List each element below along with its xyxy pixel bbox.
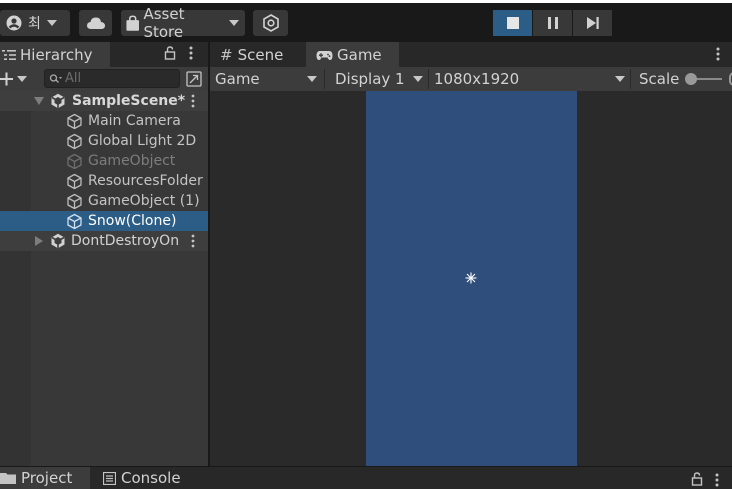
item-label: Global Light 2D	[88, 133, 197, 149]
search-icon	[49, 73, 62, 83]
chevron-down-icon	[413, 76, 423, 82]
hash-icon: #	[220, 45, 233, 64]
cloud-icon	[86, 17, 105, 29]
chevron-down-icon	[46, 20, 57, 26]
hierarchy-item-resources-folder[interactable]: ResourcesFolder	[0, 171, 208, 191]
asset-store-label: Asset Store	[143, 5, 185, 41]
tab-hierarchy-label: Hierarchy	[20, 45, 93, 64]
account-initial: 최	[28, 16, 41, 32]
resolution-dropdown[interactable]: 1080x1920	[434, 67, 627, 91]
item-label: GameObject	[88, 153, 176, 169]
scene-visibility-icon[interactable]	[186, 71, 202, 87]
item-label: Snow(Clone)	[88, 213, 177, 229]
item-label: GameObject (1)	[88, 193, 200, 209]
hierarchy-item-snow-clone[interactable]: Snow(Clone)	[0, 211, 208, 231]
cube-icon	[67, 133, 82, 150]
chevron-down-icon	[615, 76, 625, 82]
pause-icon	[547, 17, 558, 29]
hexagon-icon	[262, 14, 279, 32]
hierarchy-item-gameobject-1[interactable]: GameObject (1)	[0, 191, 208, 211]
hierarchy-item-global-light[interactable]: Global Light 2D	[0, 131, 208, 151]
more-options-icon[interactable]	[190, 234, 196, 248]
expand-arrow-right-icon[interactable]	[35, 236, 43, 246]
hierarchy-search-input[interactable]: All	[44, 69, 180, 88]
account-button[interactable]: 최	[0, 10, 70, 36]
tab-game-label: Game	[337, 45, 382, 64]
more-options-icon[interactable]	[188, 46, 194, 60]
gamepad-icon	[316, 50, 333, 60]
scene-name: SampleScene*	[72, 93, 186, 109]
package-button[interactable]	[253, 10, 288, 36]
game-view-dropdown[interactable]: Game	[215, 67, 320, 91]
folder-icon	[0, 473, 16, 484]
display-dropdown-label: Display 1	[335, 70, 405, 88]
chevron-down-icon	[307, 76, 317, 82]
chevron-down-icon	[229, 20, 239, 26]
cube-icon	[67, 173, 82, 190]
snowflake-icon	[465, 272, 477, 284]
plus-icon	[0, 72, 13, 86]
display-dropdown[interactable]: Display 1	[335, 67, 425, 91]
tab-project-label: Project	[21, 469, 73, 487]
cube-icon	[67, 193, 82, 210]
chevron-down-icon	[17, 76, 27, 82]
tab-hierarchy[interactable]: Hierarchy	[0, 42, 110, 67]
resolution-dropdown-label: 1080x1920	[434, 70, 520, 88]
tab-console[interactable]: Console	[103, 467, 181, 489]
more-options-icon[interactable]	[190, 94, 196, 108]
scale-slider-thumb[interactable]	[685, 73, 697, 85]
play-stop-button[interactable]	[493, 10, 532, 36]
cube-icon	[67, 213, 82, 230]
step-button[interactable]	[573, 10, 612, 36]
hierarchy-item-main-camera[interactable]: Main Camera	[0, 111, 208, 131]
game-tabbar: # Scene Game	[210, 42, 732, 67]
game-view-dropdown-label: Game	[215, 70, 260, 88]
tab-scene-label: Scene	[237, 45, 284, 64]
lock-icon[interactable]	[691, 472, 703, 486]
pause-button[interactable]	[533, 10, 572, 36]
tab-game[interactable]: Game	[306, 42, 399, 67]
scale-slider[interactable]	[684, 71, 732, 87]
list-icon	[2, 49, 16, 60]
main-toolbar: 최 Asset Store	[0, 0, 732, 42]
account-icon	[6, 15, 22, 31]
create-button[interactable]	[0, 69, 32, 89]
cube-icon	[67, 113, 82, 130]
hierarchy-dontdestroy-row[interactable]: DontDestroyOn	[0, 231, 208, 251]
stop-icon	[506, 17, 519, 29]
cloud-button[interactable]	[79, 10, 112, 36]
search-placeholder: All	[65, 71, 82, 86]
expand-arrow-down-icon[interactable]	[34, 97, 44, 105]
shopping-bag-icon	[126, 14, 140, 31]
hierarchy-toolbar: All	[0, 67, 208, 91]
hierarchy-scene-row[interactable]: SampleScene*	[0, 91, 208, 111]
tab-console-label: Console	[121, 469, 181, 487]
playmode-controls	[493, 10, 613, 36]
console-icon	[103, 471, 116, 485]
tab-scene[interactable]: # Scene	[210, 42, 306, 67]
lock-icon[interactable]	[164, 46, 176, 60]
hierarchy-item-gameobject-inactive[interactable]: GameObject	[0, 151, 208, 171]
scale-label: Scale	[639, 70, 680, 88]
game-render-canvas[interactable]	[366, 91, 577, 466]
item-label: Main Camera	[88, 113, 181, 129]
more-options-icon[interactable]	[715, 47, 721, 61]
asset-store-button[interactable]: Asset Store	[121, 5, 245, 41]
unity-scene-icon	[51, 233, 65, 249]
step-forward-icon	[586, 17, 599, 29]
item-label: ResourcesFolder	[88, 173, 203, 189]
scene-name: DontDestroyOn	[71, 233, 180, 249]
more-options-icon[interactable]	[714, 473, 720, 487]
tab-project[interactable]: Project	[0, 467, 90, 489]
unity-scene-icon	[51, 93, 65, 109]
cube-icon	[67, 153, 82, 170]
